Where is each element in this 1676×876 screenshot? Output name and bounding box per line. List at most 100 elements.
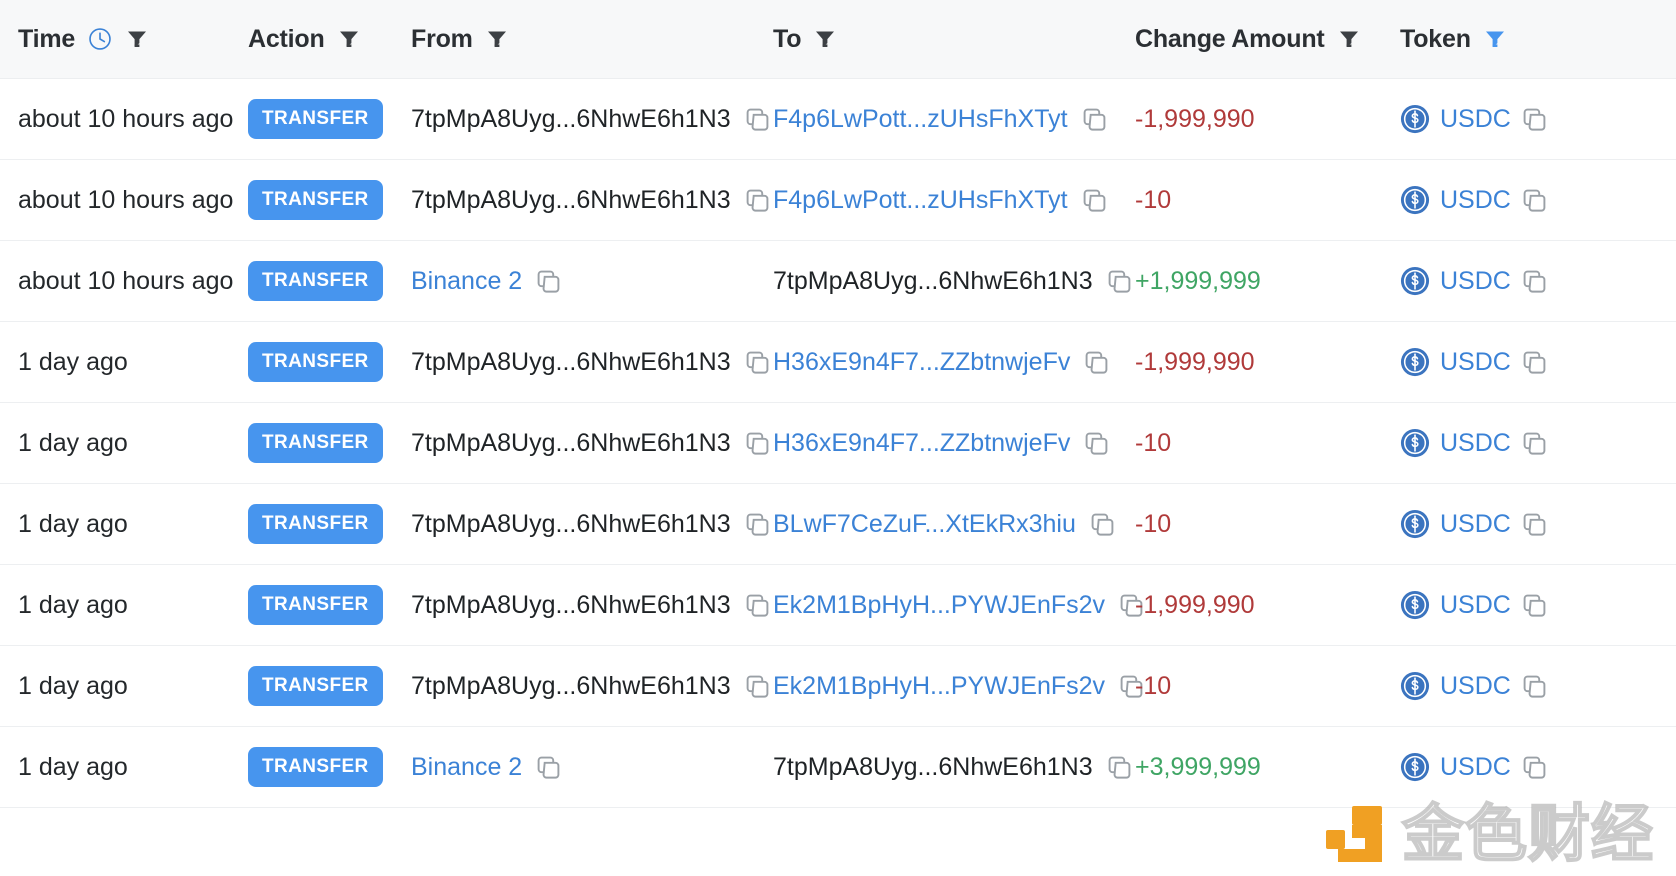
copy-icon[interactable]: [744, 673, 771, 700]
table-row[interactable]: about 10 hours ago TRANSFER 7tpMpA8Uyg...6…: [0, 160, 1676, 241]
table-row[interactable]: 1 day ago TRANSFER 7tpMpA8Uyg...6NhwE6h1N3…: [0, 403, 1676, 484]
table-row[interactable]: 1 day ago TRANSFER 7tpMpA8Uyg...6NhwE6h1N3…: [0, 484, 1676, 565]
table-row[interactable]: 1 day ago TRANSFER 7tpMpA8Uyg...6NhwE6h1N3…: [0, 322, 1676, 403]
table-row[interactable]: 1 day ago TRANSFER 7tpMpA8Uyg...6NhwE6h1N3…: [0, 646, 1676, 727]
token-group: USDC: [1400, 590, 1548, 620]
cell-time: 1 day ago: [18, 590, 128, 619]
table-row[interactable]: 1 day ago TRANSFER 7tpMpA8Uyg...6NhwE6h1N3…: [0, 565, 1676, 646]
token-name-link[interactable]: USDC: [1440, 672, 1511, 701]
column-header-amount[interactable]: Change Amount: [1135, 0, 1400, 78]
to-address-link[interactable]: Ek2M1BpHyH...PYWJEnFs2v: [773, 672, 1105, 701]
token-name-link[interactable]: USDC: [1440, 348, 1511, 377]
action-badge[interactable]: TRANSFER: [248, 342, 383, 382]
action-badge[interactable]: TRANSFER: [248, 747, 383, 787]
from-address-link[interactable]: Binance 2: [411, 753, 522, 782]
action-badge[interactable]: TRANSFER: [248, 99, 383, 139]
filter-icon[interactable]: [337, 27, 361, 51]
copy-icon[interactable]: [1521, 430, 1548, 457]
to-address-link[interactable]: Ek2M1BpHyH...PYWJEnFs2v: [773, 591, 1105, 620]
column-header-to[interactable]: To: [773, 0, 1135, 78]
copy-icon[interactable]: [1083, 349, 1110, 376]
to-address-group: Ek2M1BpHyH...PYWJEnFs2v: [773, 591, 1145, 620]
token-group: USDC: [1400, 752, 1548, 782]
column-header-token[interactable]: Token: [1400, 0, 1676, 78]
action-badge[interactable]: TRANSFER: [248, 585, 383, 625]
from-address-link[interactable]: Binance 2: [411, 267, 522, 296]
copy-icon[interactable]: [535, 268, 562, 295]
to-address-group: F4p6LwPott...zUHsFhXTyt: [773, 186, 1108, 215]
usdc-token-icon: [1400, 104, 1430, 134]
token-name-link[interactable]: USDC: [1440, 105, 1511, 134]
cell-to: H36xE9n4F7...ZZbtnwjeFv: [773, 322, 1135, 402]
filter-icon[interactable]: [485, 27, 509, 51]
to-address-link[interactable]: H36xE9n4F7...ZZbtnwjeFv: [773, 348, 1070, 377]
token-name-link[interactable]: USDC: [1440, 510, 1511, 539]
cell-time: 1 day ago: [18, 752, 128, 781]
copy-icon[interactable]: [1521, 106, 1548, 133]
filter-icon[interactable]: [813, 27, 837, 51]
copy-icon[interactable]: [744, 592, 771, 619]
column-header-time[interactable]: Time: [0, 0, 248, 78]
action-badge[interactable]: TRANSFER: [248, 504, 383, 544]
to-address-link[interactable]: H36xE9n4F7...ZZbtnwjeFv: [773, 429, 1070, 458]
usdc-token-icon: [1400, 266, 1430, 296]
copy-icon[interactable]: [1521, 754, 1548, 781]
cell-token: USDC: [1400, 322, 1676, 402]
action-badge[interactable]: TRANSFER: [248, 423, 383, 463]
copy-icon[interactable]: [1089, 511, 1116, 538]
to-address-link[interactable]: BLwF7CeZuF...XtEkRx3hiu: [773, 510, 1076, 539]
token-name-link[interactable]: USDC: [1440, 186, 1511, 215]
from-address-group: Binance 2: [411, 753, 562, 782]
copy-icon[interactable]: [1521, 673, 1548, 700]
usdc-token-icon: [1400, 347, 1430, 377]
action-badge[interactable]: TRANSFER: [248, 666, 383, 706]
table-row[interactable]: about 10 hours ago TRANSFER Binance 2 7tpMp…: [0, 241, 1676, 322]
copy-icon[interactable]: [744, 511, 771, 538]
cell-change-amount: -10: [1135, 160, 1400, 240]
copy-icon[interactable]: [1521, 511, 1548, 538]
copy-icon[interactable]: [1081, 106, 1108, 133]
copy-icon[interactable]: [744, 106, 771, 133]
copy-icon[interactable]: [1521, 349, 1548, 376]
cell-to: H36xE9n4F7...ZZbtnwjeFv: [773, 403, 1135, 483]
copy-icon[interactable]: [744, 430, 771, 457]
column-header-action[interactable]: Action: [248, 0, 411, 78]
cell-from: Binance 2: [411, 241, 773, 321]
to-address-link[interactable]: F4p6LwPott...zUHsFhXTyt: [773, 186, 1068, 215]
cell-action: TRANSFER: [248, 241, 411, 321]
copy-icon[interactable]: [744, 349, 771, 376]
cell-from: 7tpMpA8Uyg...6NhwE6h1N3: [411, 322, 773, 402]
copy-icon[interactable]: [1083, 430, 1110, 457]
to-address-link[interactable]: F4p6LwPott...zUHsFhXTyt: [773, 105, 1068, 134]
cell-token: USDC: [1400, 241, 1676, 321]
copy-icon[interactable]: [744, 187, 771, 214]
copy-icon[interactable]: [535, 754, 562, 781]
copy-icon[interactable]: [1081, 187, 1108, 214]
copy-icon[interactable]: [1521, 592, 1548, 619]
copy-icon[interactable]: [1106, 754, 1133, 781]
action-badge[interactable]: TRANSFER: [248, 261, 383, 301]
copy-icon[interactable]: [1521, 268, 1548, 295]
filter-icon[interactable]: [1337, 27, 1361, 51]
token-name-link[interactable]: USDC: [1440, 753, 1511, 782]
to-address-group: 7tpMpA8Uyg...6NhwE6h1N3: [773, 267, 1133, 296]
cell-action: TRANSFER: [248, 160, 411, 240]
token-name-link[interactable]: USDC: [1440, 429, 1511, 458]
action-badge[interactable]: TRANSFER: [248, 180, 383, 220]
filter-icon[interactable]: [125, 27, 149, 51]
cell-action: TRANSFER: [248, 727, 411, 807]
clock-icon[interactable]: [87, 26, 113, 52]
column-header-from[interactable]: From: [411, 0, 773, 78]
cell-action: TRANSFER: [248, 322, 411, 402]
copy-icon[interactable]: [1521, 187, 1548, 214]
filter-icon-active[interactable]: [1483, 27, 1507, 51]
token-name-link[interactable]: USDC: [1440, 267, 1511, 296]
change-amount-value: -1,999,990: [1135, 104, 1255, 133]
copy-icon[interactable]: [1106, 268, 1133, 295]
cell-action: TRANSFER: [248, 646, 411, 726]
cell-action: TRANSFER: [248, 403, 411, 483]
table-row[interactable]: 1 day ago TRANSFER Binance 2 7tpMpA8Uyg...6…: [0, 727, 1676, 808]
table-row[interactable]: about 10 hours ago TRANSFER 7tpMpA8Uyg...6…: [0, 79, 1676, 160]
cell-to: 7tpMpA8Uyg...6NhwE6h1N3: [773, 727, 1135, 807]
token-name-link[interactable]: USDC: [1440, 591, 1511, 620]
